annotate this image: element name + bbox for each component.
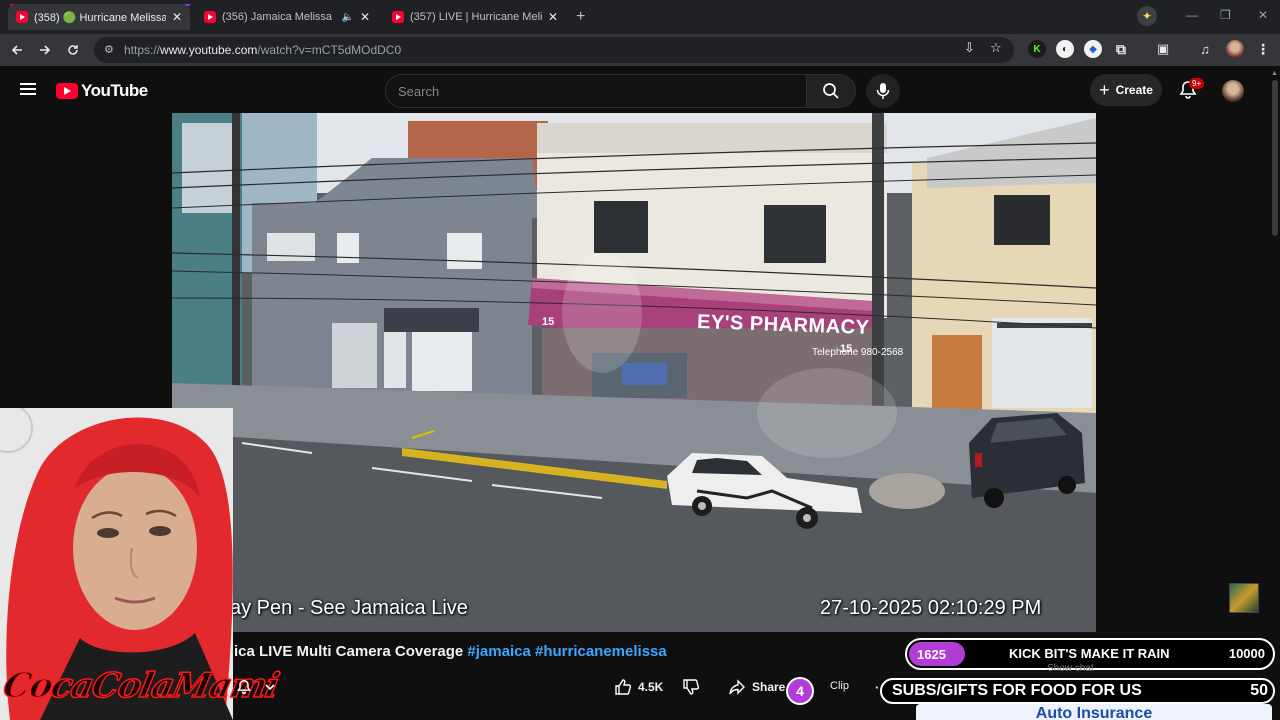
youtube-play-logo-icon	[56, 83, 78, 99]
browser-menu-icon[interactable]: ⋮	[1254, 40, 1272, 58]
youtube-favicon-icon	[204, 11, 216, 23]
tab-title: (356) Jamaica Melissa Hurri	[222, 11, 335, 23]
bits-goal-current: 1625	[909, 642, 965, 666]
close-tab-icon[interactable]: ✕	[172, 10, 182, 24]
youtube-favicon-icon	[392, 11, 404, 23]
video-title-text: ica LIVE Multi Camera Coverage	[234, 643, 468, 660]
building-number: 15	[542, 316, 555, 328]
extension-icon[interactable]: ◐	[1056, 40, 1074, 58]
share-label: Share	[752, 680, 786, 694]
close-tab-icon[interactable]: ✕	[548, 10, 558, 24]
extensions-puzzle-icon[interactable]: ⧉	[1112, 40, 1130, 58]
voice-search-button[interactable]	[866, 74, 900, 108]
dislike-button[interactable]	[682, 674, 700, 700]
site-info-icon[interactable]: ⚙	[104, 43, 114, 56]
back-button[interactable]	[7, 40, 27, 60]
account-avatar[interactable]	[1222, 80, 1244, 102]
camera-location-overlay: ay Pen - See Jamaica Live	[230, 597, 468, 619]
create-button[interactable]: + Create	[1090, 74, 1162, 106]
street-camera-scene	[172, 113, 1096, 632]
bell-icon	[237, 679, 251, 695]
thumbs-up-icon	[615, 679, 632, 695]
address-bar[interactable]: ⚙ https://www.youtube.com/watch?v=mCT5dM…	[94, 37, 1014, 63]
media-controls-icon[interactable]: ♫	[1196, 40, 1214, 58]
hashtag-link[interactable]: #hurricanemelissa	[535, 643, 667, 660]
back-arrow-icon	[11, 45, 22, 55]
thumbs-down-icon	[683, 679, 700, 695]
youtube-wordmark: YouTube	[81, 81, 148, 100]
side-panel-icon[interactable]: ▣	[1154, 40, 1172, 58]
gemini-icon[interactable]: ✦	[1137, 6, 1157, 26]
subs-goal-current: 4	[786, 677, 814, 705]
bits-goal-label: KICK BIT'S MAKE IT RAIN	[1009, 646, 1170, 661]
like-button[interactable]: 4.5K	[614, 674, 663, 700]
restore-button[interactable]: ❐	[1220, 8, 1231, 22]
channel-thumbnail-image[interactable]	[1229, 583, 1259, 613]
hashtag-link[interactable]: #jamaica	[467, 643, 530, 660]
tab-title: (357) LIVE | Hurricane Melissa	[410, 11, 542, 23]
speaker-icon[interactable]: 🔈	[341, 12, 353, 23]
search-button[interactable]	[806, 74, 856, 108]
notification-count-badge: 9+	[1189, 78, 1205, 89]
share-button[interactable]: Share	[728, 674, 785, 700]
youtube-favicon-icon	[16, 11, 28, 23]
video-player[interactable]: EY'S PHARMACY Telephone 980-2568 15 15 a…	[172, 113, 1096, 632]
minimize-button[interactable]: —	[1186, 8, 1198, 22]
forward-button[interactable]	[35, 40, 55, 60]
camera-timestamp-overlay: 27-10-2025 02:10:29 PM	[820, 597, 1042, 619]
kick-extension-icon[interactable]: K	[1028, 40, 1046, 58]
plus-icon: +	[1099, 79, 1110, 100]
forward-arrow-icon	[40, 45, 51, 55]
bookmark-star-icon[interactable]: ☆	[990, 40, 1002, 56]
youtube-header: YouTube + Create 9+	[0, 66, 1280, 114]
profile-avatar-icon[interactable]	[1226, 40, 1244, 58]
video-title: ica LIVE Multi Camera Coverage #jamaica …	[234, 643, 667, 660]
pharmacy-phone-text: Telephone 980-2568	[812, 347, 904, 358]
reload-button[interactable]	[63, 40, 83, 60]
url-host: www.youtube.com	[160, 43, 258, 57]
close-window-button[interactable]: ✕	[1258, 8, 1268, 22]
microphone-icon	[876, 83, 890, 99]
create-label: Create	[1115, 83, 1153, 97]
reload-icon	[68, 45, 78, 55]
search-input[interactable]	[398, 83, 806, 99]
subs-goal-target: 50	[1250, 682, 1268, 699]
chevron-down-icon	[265, 684, 275, 691]
like-count: 4.5K	[638, 680, 664, 694]
vpn-extension-icon[interactable]: ◆	[1084, 40, 1102, 58]
new-tab-button[interactable]: +	[576, 8, 585, 26]
tab-title: (358) 🟢 Hurricane Melissa Jan	[34, 11, 166, 24]
install-app-icon[interactable]: ⇩	[964, 40, 975, 56]
scrollbar-thumb[interactable]	[1272, 80, 1278, 236]
browser-tab-1[interactable]: (358) 🟢 Hurricane Melissa Jan ✕	[8, 4, 190, 30]
menu-hamburger-icon[interactable]	[20, 83, 36, 95]
show-chat-button[interactable]: Show chat	[1047, 663, 1094, 674]
browser-tab-3[interactable]: (357) LIVE | Hurricane Melissa ✕	[384, 4, 566, 30]
building-number: 15	[840, 343, 853, 355]
bits-goal-target: 10000	[1228, 646, 1265, 661]
url-prefix: https://	[124, 43, 161, 57]
scroll-up-arrow-icon[interactable]: ▲	[1271, 70, 1278, 77]
search-box	[385, 74, 807, 108]
url-path: /watch?v=mCT5dMOdDC0	[257, 43, 402, 57]
close-tab-icon[interactable]: ✕	[360, 10, 370, 24]
youtube-logo[interactable]: YouTube	[56, 81, 148, 101]
browser-tab-2[interactable]: (356) Jamaica Melissa Hurri 🔈 ✕	[196, 4, 378, 30]
subs-goal-label: SUBS/GIFTS FOR FOOD FOR US	[892, 682, 1142, 699]
subs-goal-overlay: 4 SUBS/GIFTS FOR FOOD FOR US 50	[786, 675, 1276, 707]
subscription-bell-button[interactable]	[236, 675, 284, 699]
browser-tab-strip: (358) 🟢 Hurricane Melissa Jan ✕ (356) Ja…	[0, 0, 1280, 34]
share-arrow-icon	[729, 679, 745, 695]
ad-banner[interactable]: Auto Insurance	[916, 704, 1272, 720]
search-icon	[823, 83, 839, 99]
